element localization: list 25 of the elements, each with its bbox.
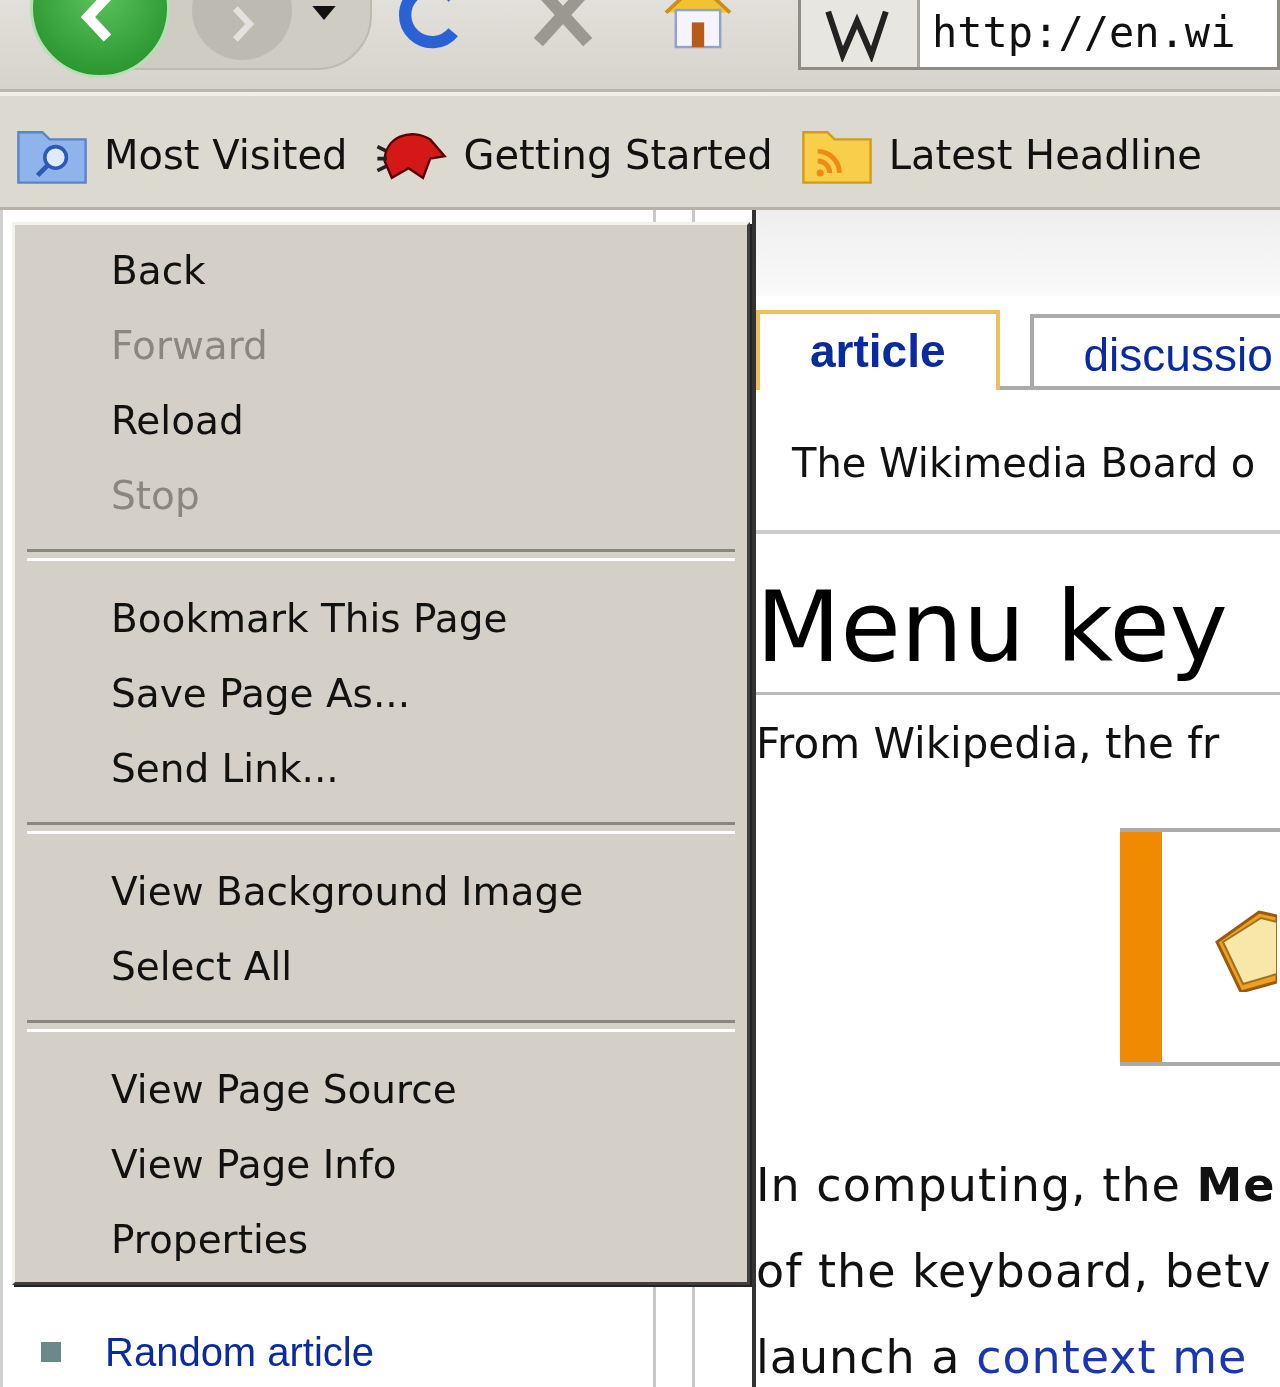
menu-item[interactable]: Properties (27, 1202, 735, 1277)
menu-item[interactable]: Send Link... (27, 731, 735, 806)
page-heading: Menu key (756, 534, 1280, 695)
bookmark-item[interactable]: Latest Headline (800, 124, 1202, 185)
menu-item[interactable]: Back (27, 233, 735, 308)
body-text: In computing, the Me (756, 1157, 1276, 1212)
menu-item[interactable]: Save Page As... (27, 656, 735, 731)
sidebar-link[interactable]: Random article (105, 1329, 374, 1375)
page-tab[interactable]: discussio (1029, 314, 1280, 386)
menu-item[interactable]: View Page Info (27, 1127, 735, 1202)
menu-item[interactable]: View Page Source (27, 1052, 735, 1127)
address-text: http://en.wi (931, 7, 1236, 57)
address-bar[interactable]: http://en.wi (798, 0, 1280, 70)
menu-item[interactable]: Bookmark This Page (27, 581, 735, 656)
bookmark-item[interactable]: Getting Started (375, 124, 773, 185)
notice-text: The Wikimedia Board o (792, 440, 1256, 486)
menu-item[interactable]: Reload (27, 383, 735, 458)
page-tab[interactable]: article (756, 310, 1000, 390)
article-link[interactable]: context me (976, 1329, 1248, 1384)
bookmark-item[interactable]: Most Visited (16, 124, 348, 185)
body-text: launch a (756, 1329, 962, 1384)
tagline: From Wikipedia, the fr (756, 717, 1221, 768)
body-text: of the keyboard, betv (756, 1243, 1272, 1298)
menu-item[interactable]: View Background Image (27, 854, 735, 929)
menu-item[interactable]: Select All (27, 929, 735, 1004)
